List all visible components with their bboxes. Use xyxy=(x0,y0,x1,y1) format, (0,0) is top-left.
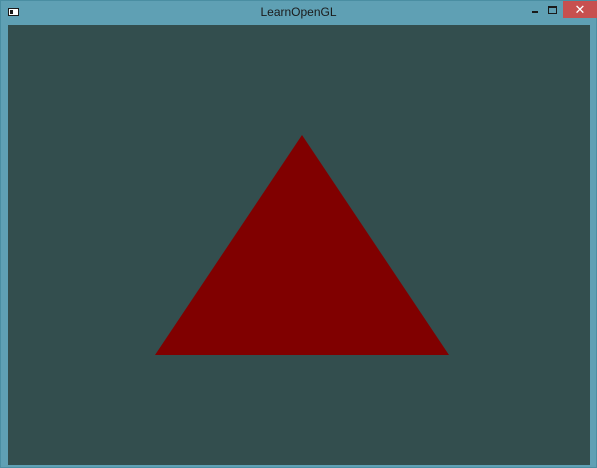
title-bar[interactable]: LearnOpenGL ✕ xyxy=(1,1,597,25)
render-viewport[interactable] xyxy=(8,25,590,465)
app-window: LearnOpenGL ✕ xyxy=(0,0,597,468)
maximize-icon xyxy=(547,5,557,14)
maximize-button[interactable] xyxy=(543,1,561,18)
close-button[interactable]: ✕ xyxy=(563,1,597,18)
close-icon: ✕ xyxy=(574,1,586,17)
window-title: LearnOpenGL xyxy=(260,5,337,19)
minimize-button[interactable] xyxy=(526,1,544,18)
red-triangle xyxy=(155,135,449,355)
gl-canvas xyxy=(155,135,449,355)
minimize-icon xyxy=(532,10,538,13)
